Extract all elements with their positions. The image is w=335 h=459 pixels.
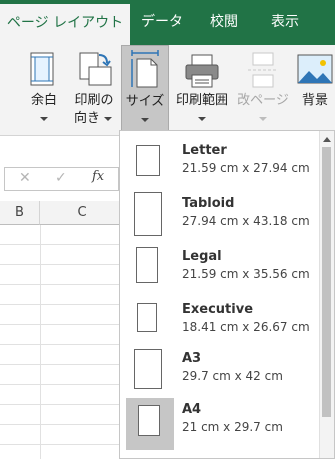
- tab-view[interactable]: 表示: [257, 0, 313, 45]
- background-image-icon: [297, 54, 333, 84]
- print-area-label: 印刷範囲: [175, 93, 228, 108]
- cancel-icon[interactable]: ✕: [19, 170, 31, 186]
- chevron-down-icon: [198, 117, 206, 121]
- paper-size-a4[interactable]: A4 21 cm x 29.7 cm: [126, 398, 326, 450]
- dropdown-scrollbar[interactable]: [319, 131, 334, 458]
- paper-size-dimensions: 21.59 cm x 35.56 cm: [182, 267, 310, 281]
- page-thumbnail-icon: [134, 349, 162, 389]
- paper-size-name: Letter: [182, 143, 227, 158]
- size-button[interactable]: サイズ: [121, 45, 169, 133]
- size-label: サイズ: [125, 94, 165, 109]
- margins-label: 余白: [30, 93, 57, 108]
- paper-thumbnail-box: [126, 139, 174, 191]
- tab-page-layout[interactable]: ページ レイアウト: [0, 4, 130, 45]
- paper-size-dimensions: 29.7 cm x 42 cm: [182, 369, 283, 383]
- print-area-button[interactable]: 印刷範囲: [171, 45, 233, 133]
- page-break-icon: [248, 52, 278, 88]
- ribbon-tab-bar: ページ レイアウト データ 校閲 表示: [0, 0, 335, 45]
- page-thumbnail-icon: [136, 247, 158, 283]
- paper-thumbnail-box: [126, 245, 174, 297]
- formula-bar: ✕ ✓ fx: [4, 167, 119, 191]
- paper-size-executive[interactable]: Executive 18.41 cm x 26.67 cm: [126, 298, 326, 350]
- chevron-down-icon: [141, 118, 149, 122]
- paper-thumbnail-box: [126, 192, 174, 244]
- page-thumbnail-icon: [136, 145, 160, 176]
- chevron-down-icon: [104, 117, 112, 121]
- paper-size-letter[interactable]: Letter 21.59 cm x 27.94 cm: [126, 139, 326, 191]
- paper-size-dimensions: 27.94 cm x 43.18 cm: [182, 214, 310, 228]
- chevron-down-icon: [40, 117, 48, 121]
- page-break-label: 改ページ: [237, 93, 289, 108]
- paper-size-legal[interactable]: Legal 21.59 cm x 35.56 cm: [126, 245, 326, 297]
- paper-size-name: Executive: [182, 302, 254, 317]
- column-header-c[interactable]: C: [40, 201, 125, 225]
- orientation-label-line1: 印刷の: [74, 93, 114, 108]
- tab-review[interactable]: 校閲: [196, 0, 252, 45]
- paper-size-name: Legal: [182, 249, 222, 264]
- paper-thumbnail-box: [126, 347, 174, 399]
- orientation-button[interactable]: 印刷の 向き: [71, 45, 117, 133]
- chevron-down-icon: [259, 117, 267, 121]
- background-label: 背景: [301, 93, 328, 108]
- background-button[interactable]: 背景: [295, 45, 335, 133]
- print-area-icon: [185, 54, 219, 88]
- paper-size-dimensions: 21.59 cm x 27.94 cm: [182, 161, 310, 175]
- paper-size-name: A4: [182, 402, 202, 417]
- scrollbar-thumb[interactable]: [322, 147, 331, 417]
- orientation-icon: [79, 52, 112, 86]
- paper-size-dropdown: Letter 21.59 cm x 27.94 cm Tabloid 27.94…: [119, 130, 335, 459]
- scroll-up-icon[interactable]: [323, 137, 331, 142]
- insert-function-icon[interactable]: fx: [92, 169, 104, 184]
- paper-thumbnail-box: [126, 398, 174, 450]
- margins-icon: [30, 52, 54, 86]
- paper-size-tabloid[interactable]: Tabloid 27.94 cm x 43.18 cm: [126, 192, 326, 244]
- page-thumbnail-icon: [138, 405, 160, 436]
- paper-thumbnail-box: [126, 298, 174, 350]
- enter-icon[interactable]: ✓: [55, 170, 67, 186]
- paper-size-dimensions: 21 cm x 29.7 cm: [182, 420, 283, 434]
- paper-size-a3[interactable]: A3 29.7 cm x 42 cm: [126, 347, 326, 399]
- column-header-b[interactable]: B: [0, 201, 40, 225]
- ribbon: 余白 印刷の 向き サイズ 印刷範囲 改ページ 背景: [0, 45, 335, 136]
- paper-size-name: A3: [182, 351, 202, 366]
- margins-button[interactable]: 余白: [22, 45, 66, 133]
- page-size-icon: [131, 50, 159, 88]
- page-thumbnail-icon: [137, 303, 157, 332]
- paper-size-name: Tabloid: [182, 196, 235, 211]
- paper-size-dimensions: 18.41 cm x 26.67 cm: [182, 320, 310, 334]
- page-thumbnail-icon: [134, 192, 162, 236]
- tab-data[interactable]: データ: [133, 0, 191, 45]
- worksheet-grid[interactable]: [0, 225, 125, 459]
- page-break-button[interactable]: 改ページ: [235, 45, 291, 133]
